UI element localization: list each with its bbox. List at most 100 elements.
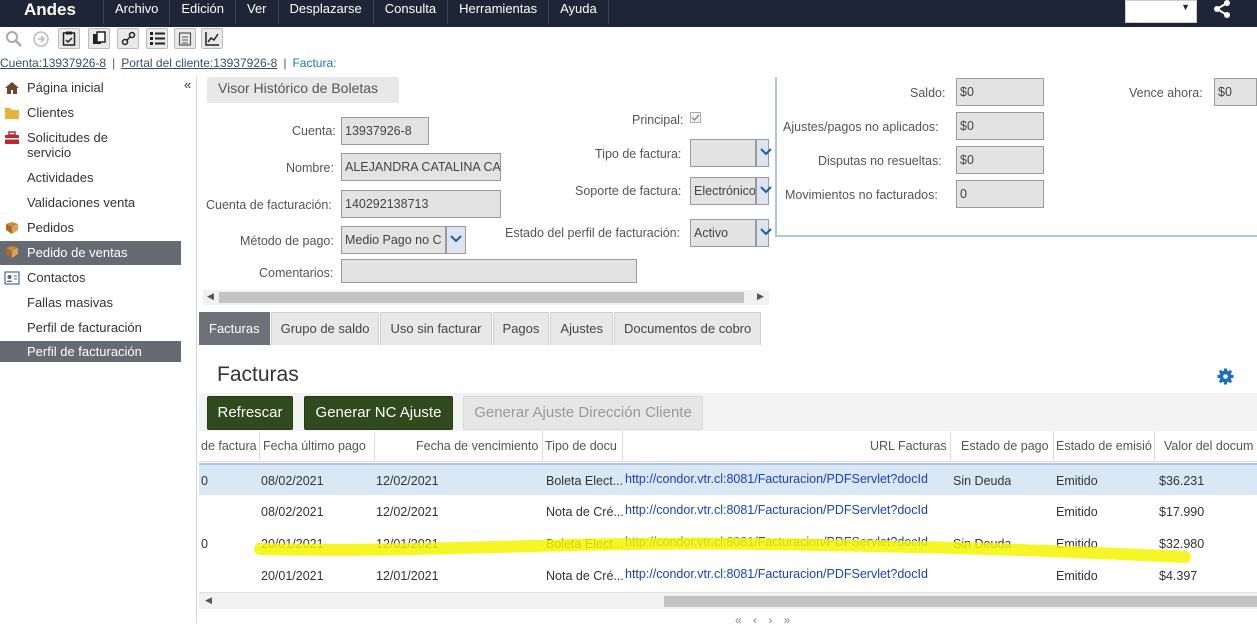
nombre-label: Nombre: — [286, 161, 334, 175]
menu-archivo[interactable]: Archivo — [103, 0, 169, 24]
col-fecha-ultimo-pago[interactable]: Fecha último pago — [263, 431, 375, 462]
tab-documentos-cobro[interactable]: Documentos de cobro — [614, 312, 762, 345]
sidebar-item-pagina-inicial[interactable]: Página inicial — [0, 80, 181, 98]
soporte-factura-dropdown[interactable] — [756, 177, 772, 205]
cell-fecha-pago: 08/02/2021 — [261, 474, 324, 488]
search-icon[interactable] — [4, 29, 24, 49]
tab-facturas[interactable]: Facturas — [199, 312, 270, 345]
sidebar-item-label: Pedidos — [27, 220, 74, 235]
gear-icon[interactable] — [1217, 368, 1234, 385]
col-estado-emision[interactable]: Estado de emisió — [1056, 431, 1155, 462]
pagination[interactable]: « ‹ › » — [735, 613, 794, 627]
sidebar-item-perfil-facturacion-active[interactable]: Perfil de facturación — [0, 341, 181, 362]
cell-estado-pago: Sin Deuda — [953, 474, 1012, 488]
sidebar-item-clientes[interactable]: Clientes — [0, 105, 181, 123]
sidebar-item-label: Clientes — [27, 105, 74, 120]
list-icon[interactable] — [146, 28, 168, 49]
tab-grupo-saldo[interactable]: Grupo de saldo — [270, 312, 380, 345]
collapse-sidebar-button[interactable]: « — [184, 77, 191, 92]
breadcrumb-portal[interactable]: Portal del cliente:13937926-8 — [121, 56, 277, 70]
col-numero-factura[interactable]: de factura — [201, 431, 260, 462]
sidebar: « Página inicial Clientes Solicitudes de… — [0, 77, 197, 623]
cell-url-link[interactable]: http://condor.vtr.cl:8081/Facturacion/PD… — [625, 496, 953, 528]
forward-icon[interactable] — [31, 29, 51, 49]
generar-nc-ajuste-button[interactable]: Generar NC Ajuste — [304, 396, 453, 430]
cell-url-link[interactable]: http://condor.vtr.cl:8081/Facturacion/PD… — [625, 528, 953, 560]
chevron-down-icon — [450, 235, 462, 243]
sidebar-item-pedido-ventas[interactable]: Pedido de ventas — [0, 241, 181, 265]
chevron-down-icon: ▼ — [1181, 2, 1190, 12]
generar-ajuste-direccion-button[interactable]: Generar Ajuste Dirección Cliente — [463, 396, 703, 430]
col-fecha-vencimiento[interactable]: Fecha de vencimiento — [416, 431, 543, 462]
scrollbar-thumb[interactable] — [219, 292, 744, 303]
sidebar-item-contactos[interactable]: Contactos — [0, 270, 181, 288]
sidebar-item-validaciones[interactable]: Validaciones venta — [0, 195, 181, 213]
report-icon[interactable] — [174, 28, 196, 49]
share-icon[interactable] — [1212, 0, 1232, 18]
tipo-factura-dropdown[interactable] — [756, 139, 772, 167]
copy-icon[interactable] — [88, 28, 110, 49]
cuenta-field[interactable]: 13937926-8 — [341, 117, 429, 145]
form-horizontal-scrollbar[interactable]: ◀ ▶ — [203, 290, 769, 305]
tab-uso-sin-facturar[interactable]: Uso sin facturar — [380, 312, 492, 345]
movimientos-field[interactable]: 0 — [956, 180, 1044, 208]
principal-checkbox[interactable] — [690, 112, 701, 123]
comentarios-field[interactable] — [341, 259, 637, 283]
col-valor-documento[interactable]: Valor del docum — [1164, 431, 1257, 462]
menu-ayuda[interactable]: Ayuda — [548, 0, 609, 24]
menu-consulta[interactable]: Consulta — [372, 0, 447, 24]
estado-perfil-select[interactable]: Activo — [690, 219, 756, 247]
menu-desplazarse[interactable]: Desplazarse — [277, 0, 373, 24]
scroll-left-icon[interactable]: ◀ — [207, 291, 214, 302]
sidebar-item-solicitudes[interactable]: Solicitudes de servicio — [0, 130, 181, 164]
table-row[interactable]: 20/01/2021 12/01/2021 Nota de Cré... htt… — [199, 560, 1257, 592]
breadcrumb-cuenta[interactable]: Cuenta:13937926-8 — [0, 56, 106, 70]
menu-ver[interactable]: Ver — [235, 0, 278, 24]
metodo-pago-dropdown[interactable] — [446, 226, 466, 254]
menu-edicion[interactable]: Edición — [169, 0, 235, 24]
chevron-down-icon — [760, 228, 772, 236]
chart-icon[interactable] — [201, 28, 223, 49]
sidebar-item-pedidos[interactable]: Pedidos — [0, 220, 181, 238]
sidebar-item-perfil-facturacion[interactable]: Perfil de facturación — [0, 320, 181, 338]
nombre-field[interactable]: ALEJANDRA CATALINA CA — [341, 153, 501, 181]
sidebar-item-label: Solicitudes de — [27, 130, 108, 145]
grid-horizontal-scrollbar[interactable]: ◀ — [199, 592, 1257, 609]
metodo-pago-select[interactable]: Medio Pago no C — [341, 226, 446, 254]
scroll-right-icon[interactable]: ▶ — [757, 291, 764, 302]
col-tipo-documento[interactable]: Tipo de docu — [545, 431, 623, 462]
cuenta-facturacion-field[interactable]: 140292138713 — [341, 190, 501, 218]
tipo-factura-select[interactable] — [690, 139, 756, 167]
table-row[interactable]: 0 20/01/2021 12/01/2021 Boleta Elect... … — [199, 528, 1257, 560]
clipboard-check-icon[interactable] — [58, 28, 80, 49]
visor-historico-tab[interactable]: Visor Histórico de Boletas — [207, 77, 399, 103]
view-selector[interactable]: ▼ — [1125, 0, 1197, 23]
sidebar-item-fallas-masivas[interactable]: Fallas masivas — [0, 295, 181, 313]
saldo-label: Saldo: — [910, 86, 946, 100]
saldo-field[interactable]: $0 — [956, 78, 1044, 106]
scrollbar-thumb[interactable] — [664, 596, 1257, 607]
refrescar-button[interactable]: Refrescar — [207, 396, 293, 430]
cell-estado-emision: Emitido — [1056, 505, 1098, 519]
movimientos-label: Movimientos no facturados: — [785, 188, 938, 202]
disputas-field[interactable]: $0 — [956, 146, 1044, 174]
estado-perfil-dropdown[interactable] — [756, 219, 772, 247]
sidebar-item-actividades[interactable]: Actividades — [0, 170, 181, 188]
vence-ahora-field[interactable]: $0 — [1214, 78, 1257, 106]
ajustes-label: Ajustes/pagos no aplicados: — [783, 120, 939, 134]
table-row[interactable]: 08/02/2021 12/02/2021 Nota de Cré... htt… — [199, 496, 1257, 528]
link-icon[interactable] — [117, 28, 139, 49]
col-url-facturas[interactable]: URL Facturas — [870, 431, 951, 462]
cell-url-link[interactable]: http://condor.vtr.cl:8081/Facturacion/PD… — [625, 560, 953, 592]
cell-url-link[interactable]: http://condor.vtr.cl:8081/Facturacion/PD… — [625, 465, 953, 497]
contacts-icon — [4, 271, 20, 285]
soporte-factura-select[interactable]: Electrónico — [690, 177, 756, 205]
menu-herramientas[interactable]: Herramientas — [447, 0, 548, 24]
scroll-left-icon[interactable]: ◀ — [205, 595, 212, 606]
tab-ajustes[interactable]: Ajustes — [550, 312, 614, 345]
tab-pagos[interactable]: Pagos — [492, 312, 550, 345]
chevron-down-icon — [760, 186, 772, 194]
table-row[interactable]: 0 08/02/2021 12/02/2021 Boleta Elect... … — [199, 463, 1257, 495]
col-estado-pago[interactable]: Estado de pago — [961, 431, 1054, 462]
ajustes-field[interactable]: $0 — [956, 112, 1044, 140]
